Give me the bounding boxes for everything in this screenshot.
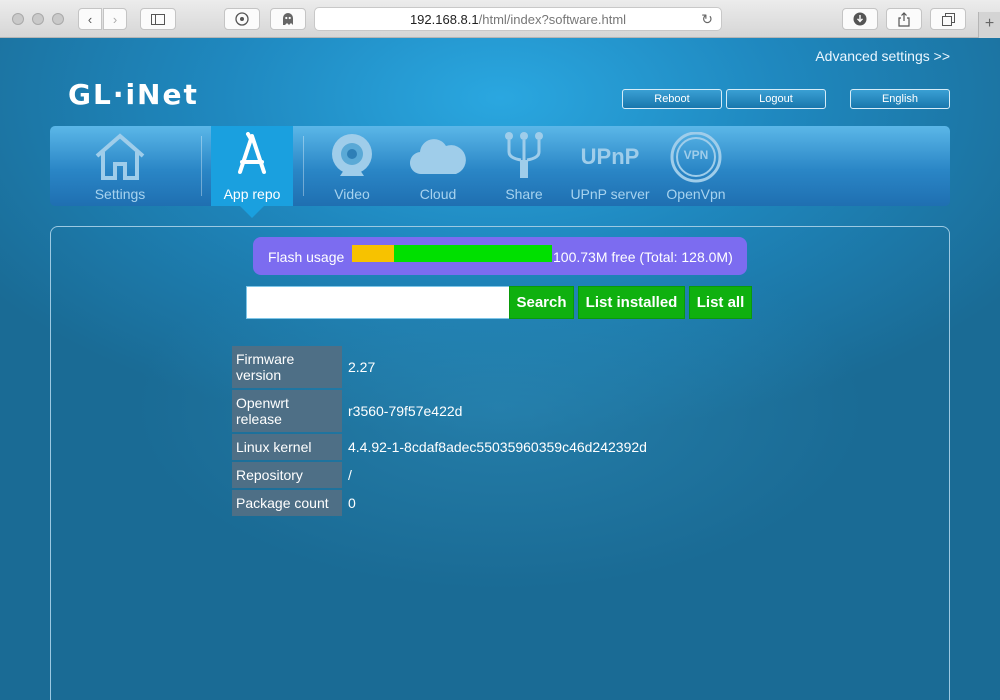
main-nav: Settings App repo Video Cloud Share UPnP… bbox=[50, 126, 950, 218]
nav-upnp-server[interactable]: UPnP UPnP server bbox=[566, 126, 654, 206]
url-host: 192.168.8.1 bbox=[409, 11, 479, 27]
usb-icon bbox=[505, 132, 543, 178]
nav-upnp-server-label: UPnP server bbox=[570, 186, 650, 202]
table-row: Repository / bbox=[232, 462, 647, 488]
share-button[interactable] bbox=[886, 8, 922, 30]
minimize-window-button[interactable] bbox=[32, 13, 44, 25]
advanced-settings-link[interactable]: Advanced settings >> bbox=[815, 48, 950, 64]
table-row: Firmware version 2.27 bbox=[232, 346, 647, 388]
flash-usage-bar bbox=[352, 245, 552, 262]
logout-button[interactable]: Logout bbox=[726, 89, 826, 109]
language-button[interactable]: English bbox=[850, 89, 950, 109]
search-input[interactable] bbox=[246, 286, 510, 319]
system-info-table: Firmware version 2.27 Openwrt release r3… bbox=[232, 344, 647, 518]
flash-usage-panel: Flash usage 100.73M free (Total: 128.0M) bbox=[253, 237, 747, 275]
nav-video[interactable]: Video bbox=[312, 126, 392, 206]
list-installed-button[interactable]: List installed bbox=[578, 286, 685, 319]
browser-toolbar: ‹ › 192.168.8.1/html/index?software.html… bbox=[0, 0, 1000, 38]
upnp-icon: UPnP bbox=[580, 144, 640, 169]
share-icon bbox=[898, 11, 910, 27]
router-admin-page: Advanced settings >> GL·iNet Reboot Logo… bbox=[0, 38, 1000, 700]
close-window-button[interactable] bbox=[12, 13, 24, 25]
repository-value: / bbox=[348, 467, 352, 483]
compass-icon bbox=[235, 12, 249, 26]
openwrt-release-label: Openwrt release bbox=[232, 390, 342, 432]
nav-video-label: Video bbox=[334, 186, 370, 202]
search-button[interactable]: Search bbox=[509, 286, 574, 319]
nav-settings-label: Settings bbox=[94, 186, 146, 202]
repository-label: Repository bbox=[232, 462, 342, 488]
plus-icon: + bbox=[984, 15, 995, 32]
firmware-version-value: 2.27 bbox=[348, 359, 376, 375]
downloads-button[interactable] bbox=[842, 8, 878, 30]
firmware-version-label: Firmware version bbox=[232, 346, 342, 388]
package-count-label: Package count bbox=[232, 490, 342, 516]
reload-icon[interactable]: ↻ bbox=[701, 11, 713, 28]
table-row: Package count 0 bbox=[232, 490, 647, 516]
table-row: Linux kernel 4.4.92-1-8cdaf8adec55035960… bbox=[232, 434, 647, 460]
nav-share-label: Share bbox=[505, 186, 543, 202]
nav-divider bbox=[303, 136, 304, 196]
openwrt-release-value: r3560-79f57e422d bbox=[348, 403, 463, 419]
url-path: /html/index?software.html bbox=[478, 11, 627, 27]
nav-app-repo[interactable]: App repo bbox=[211, 126, 293, 218]
flash-usage-label: Flash usage bbox=[268, 249, 345, 265]
nav-cloud-label: Cloud bbox=[419, 186, 457, 202]
app-store-icon bbox=[238, 132, 266, 174]
tabs-icon bbox=[941, 12, 955, 26]
ghost-icon bbox=[283, 13, 293, 25]
nav-openvpn[interactable]: VPN OpenVpn bbox=[656, 126, 736, 206]
forward-button[interactable]: › bbox=[103, 8, 127, 30]
nav-openvpn-label: OpenVpn bbox=[666, 186, 726, 202]
nav-cloud[interactable]: Cloud bbox=[398, 126, 478, 206]
vpn-icon-label: VPN bbox=[683, 148, 709, 162]
table-row: Openwrt release r3560-79f57e422d bbox=[232, 390, 647, 432]
nav-share[interactable]: Share bbox=[484, 126, 564, 206]
back-button[interactable]: ‹ bbox=[78, 8, 102, 30]
nav-divider bbox=[201, 136, 202, 196]
cloud-icon bbox=[410, 139, 466, 175]
zoom-window-button[interactable] bbox=[52, 13, 64, 25]
home-icon bbox=[95, 133, 145, 180]
reboot-button[interactable]: Reboot bbox=[622, 89, 722, 109]
linux-kernel-label: Linux kernel bbox=[232, 434, 342, 460]
nav-app-repo-label: App repo bbox=[223, 186, 281, 202]
sidebar-button[interactable] bbox=[140, 8, 176, 30]
chevron-right-icon: › bbox=[112, 11, 118, 27]
gl-inet-logo: GL·iNet bbox=[68, 78, 199, 111]
address-bar[interactable]: 192.168.8.1/html/index?software.html ↻ bbox=[314, 7, 722, 31]
chevron-left-icon: ‹ bbox=[87, 11, 93, 27]
download-icon bbox=[853, 12, 867, 26]
nav-settings[interactable]: Settings bbox=[80, 126, 160, 206]
list-all-button[interactable]: List all bbox=[689, 286, 752, 319]
webcam-icon bbox=[332, 134, 372, 176]
tabs-button[interactable] bbox=[930, 8, 966, 30]
new-tab-button[interactable]: + bbox=[978, 12, 1000, 38]
ghostery-button[interactable] bbox=[270, 8, 306, 30]
favorites-button[interactable] bbox=[224, 8, 260, 30]
flash-used-fill bbox=[352, 245, 394, 262]
sidebar-icon bbox=[151, 13, 165, 25]
package-count-value: 0 bbox=[348, 495, 356, 511]
flash-free-text: 100.73M free (Total: 128.0M) bbox=[553, 249, 733, 265]
linux-kernel-value: 4.4.92-1-8cdaf8adec55035960359c46d242392… bbox=[348, 439, 647, 455]
